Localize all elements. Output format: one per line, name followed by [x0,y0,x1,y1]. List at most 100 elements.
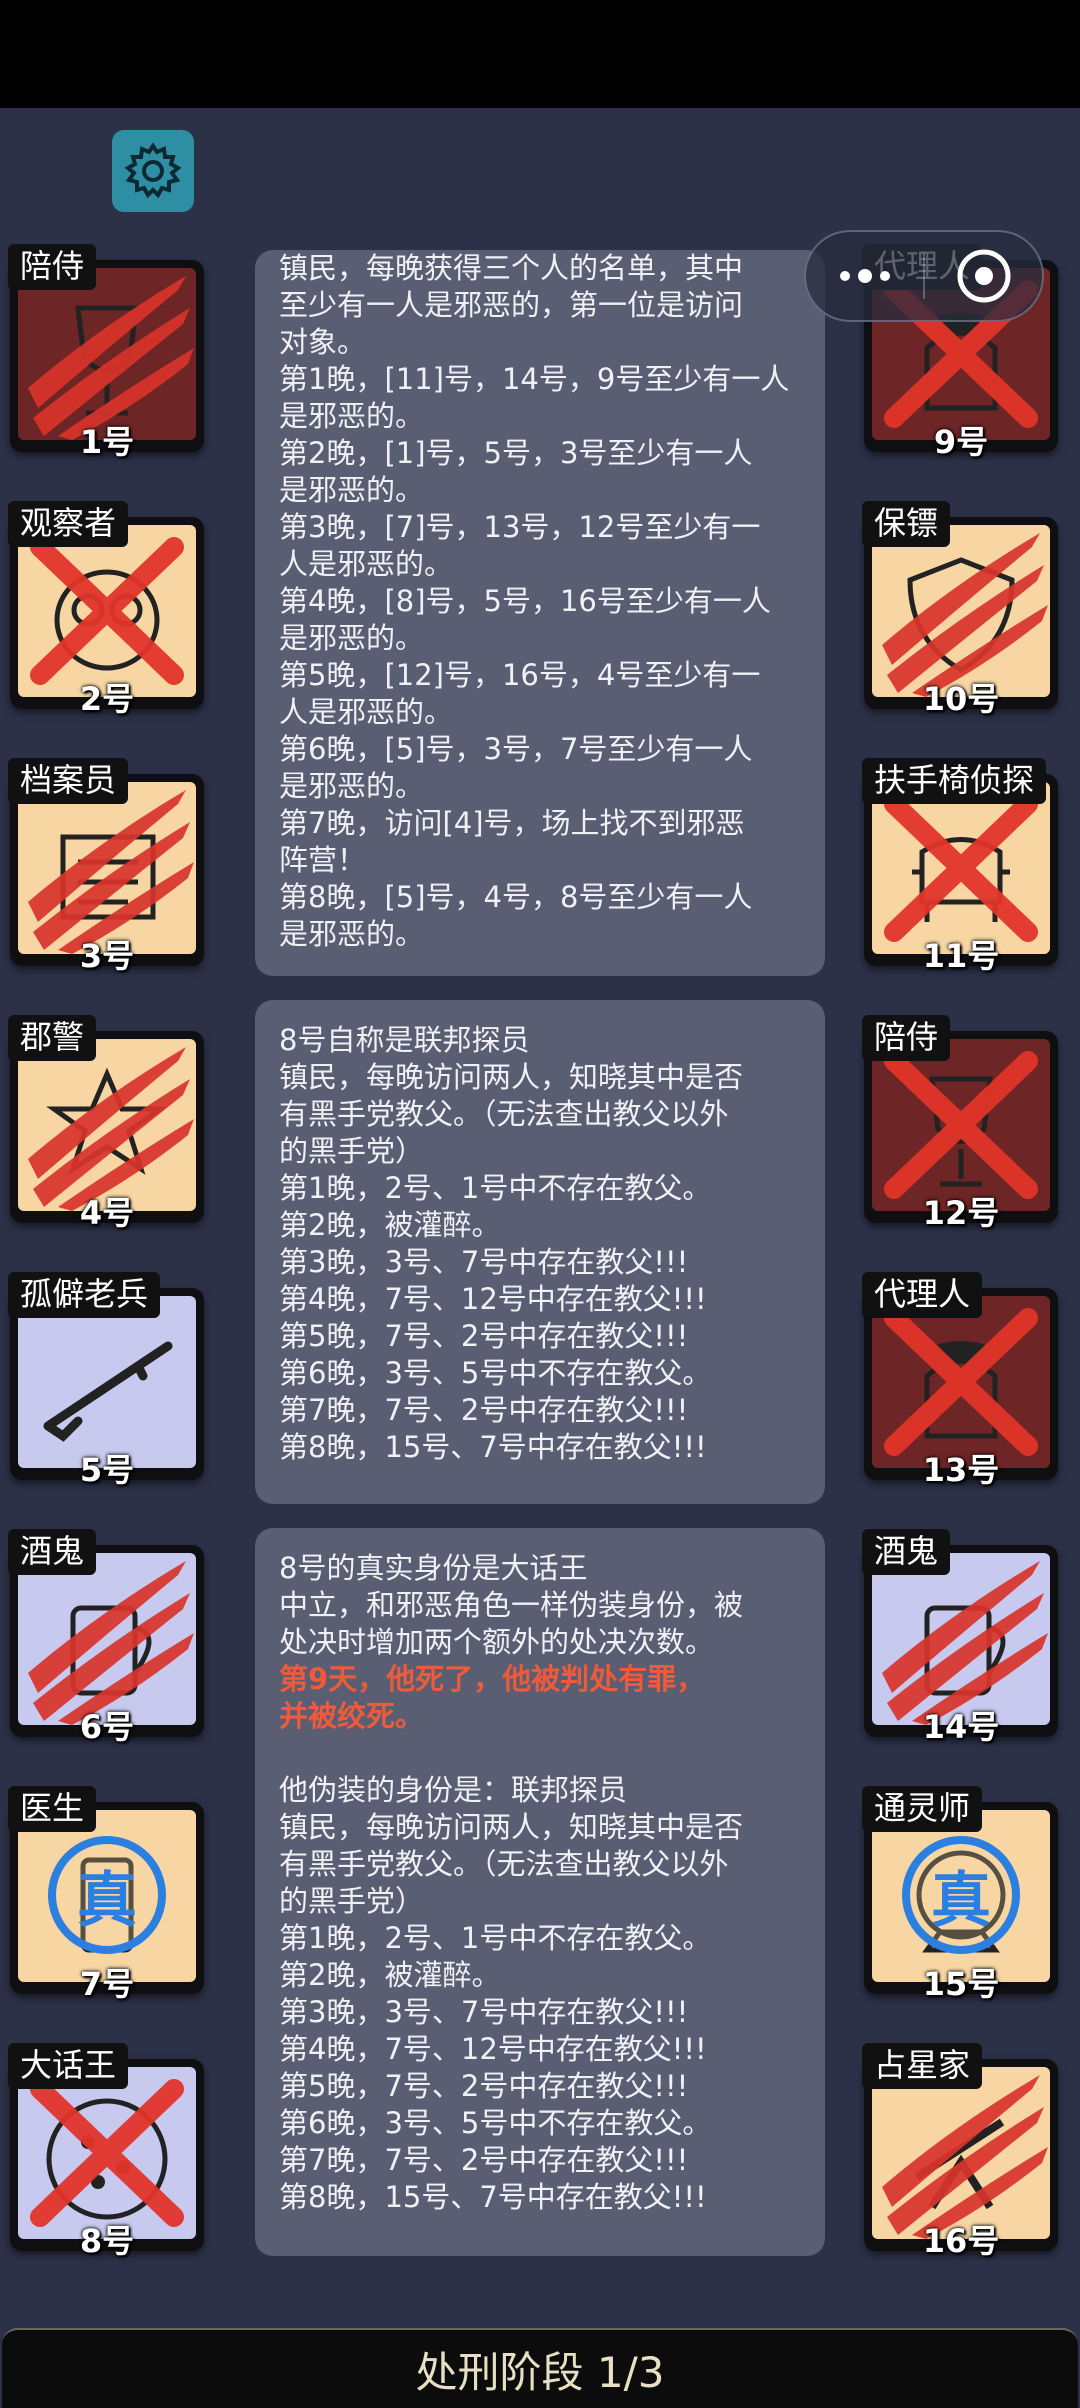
log-line: 是邪恶的。 [279,399,425,433]
player-card[interactable]: 档案员 3号 [4,758,210,975]
log-line: 第1晚，[11]号，14号，9号至少有一人 [279,362,790,396]
player-number: 2号 [79,680,135,718]
role-art [18,1296,196,1468]
log-line: 是邪恶的。 [279,769,425,803]
log-line: 第1晚，2号、1号中不存在教父。 [279,1171,712,1205]
wine-glass-icon [929,1076,993,1187]
gear-icon [124,142,182,199]
log-line: 是邪恶的。 [279,917,425,951]
player-number: 9号 [933,423,989,461]
true-stamp-icon: 真 [48,1836,166,1954]
role-label: 通灵师 [862,1786,983,1832]
log-line: 对象。 [279,325,367,359]
pizza-icon [46,2098,168,2220]
close-button[interactable] [925,232,1042,320]
player-number: 15号 [922,1965,1000,2003]
log-panel-3: 8号的真实身份是大话王 中立，和邪恶角色一样伪装身份，被 处决时增加两个额外的处决次… [255,1528,825,2256]
role-label: 保镖 [862,501,951,547]
player-card[interactable]: 陪侍 12号 [858,1015,1064,1232]
player-card[interactable]: 保镖 10号 [858,501,1064,718]
role-art [18,782,196,954]
phase-label: 处刑阶段 1/3 [415,2347,665,2397]
log-line: 是邪恶的。 [279,473,425,507]
player-number: 7号 [79,1965,135,2003]
log-line: 镇民，每晚获得三个人的名单，其中 [279,251,744,285]
log-line: 处决时增加两个额外的处决次数。 [279,1625,715,1659]
log-line: 第7晚，7号、2号中存在教父!!! [279,2143,689,2177]
player-number: 3号 [79,937,135,975]
role-label: 陪侍 [8,244,97,290]
role-art [872,2067,1050,2239]
archive-box-icon [60,834,156,920]
owl-icon [54,569,160,671]
player-card[interactable]: 陪侍 1号 [4,244,210,461]
log-line: 人是邪恶的。 [279,695,454,729]
player-card[interactable]: 代理人 13号 [858,1272,1064,1489]
log-line: 第3晚，3号、7号中存在教父!!! [279,1245,689,1279]
log-line: 第8晚，15号、7号中存在教父!!! [279,2180,707,2214]
role-label: 孤僻老兵 [8,1272,161,1318]
role-art [872,1296,1050,1468]
log-line: 有黑手党教父。（无法查出教父以外 [279,1097,729,1131]
role-label: 大话王 [8,2043,129,2089]
player-number: 16号 [922,2222,1000,2260]
log-line: 阵营！ [279,843,367,877]
player-number: 1号 [79,423,135,461]
player-card[interactable]: 孤僻老兵 5号 [4,1272,210,1489]
role-art [872,782,1050,954]
target-circle-icon [957,249,1010,303]
death-notice-line: 并被绞死。 [279,1699,425,1733]
player-card[interactable]: 观察者 2号 [4,501,210,718]
log-line: 第1晚，2号、1号中不存在教父。 [279,1921,712,1955]
role-art [18,525,196,697]
player-number: 11号 [922,937,1000,975]
player-card[interactable]: 真医生 7号 [4,1786,210,2003]
player-number: 12号 [922,1194,1000,1232]
role-art [18,1553,196,1725]
settings-button[interactable] [112,130,194,212]
wine-glass-icon [75,305,139,416]
phase-footer: 处刑阶段 1/3 [2,2328,1078,2408]
player-number: 14号 [922,1708,1000,1746]
role-label: 代理人 [862,1272,983,1318]
log-panel-2: 8号自称是联邦探员 镇民，每晚访问两人，知晓其中是否 有黑手党教父。（无法查出教父以… [255,1000,825,1504]
player-card[interactable]: 真通灵师 15号 [858,1786,1064,2003]
log-line: 镇民，每晚访问两人，知晓其中是否 [279,1810,744,1844]
player-number: 6号 [79,1708,135,1746]
log-line: 第5晚，7号、2号中存在教父!!! [279,1319,689,1353]
role-art [872,525,1050,697]
log-line: 第7晚，7号、2号中存在教父!!! [279,1393,689,1427]
log-line: 的黑手党） [279,1884,425,1918]
role-label: 酒鬼 [862,1529,951,1575]
role-label: 陪侍 [862,1015,951,1061]
sheriff-badge-icon [46,1067,168,1175]
log-line: 第6晚，3号、5号中不存在教父。 [279,1356,712,1390]
telescope-icon [914,2118,1005,2210]
log-line: 他伪装的身份是：联邦探员 [279,1773,628,1807]
role-label: 观察者 [8,501,129,547]
log-line: 第2晚，被灌醉。 [279,1958,501,1992]
log-line: 至少有一人是邪恶的，第一位是访问 [279,288,744,322]
log-line: 第2晚，[1]号，5号，3号至少有一人 [279,436,753,470]
player-card[interactable]: 大话王 8号 [4,2043,210,2260]
beer-mug-icon [70,1605,152,1696]
shield-icon [907,557,1015,673]
log-line: 8号的真实身份是大话王 [279,1551,588,1585]
player-card[interactable]: 扶手椅侦探 11号 [858,758,1064,975]
player-number: 4号 [79,1194,135,1232]
role-art [18,268,196,440]
player-card[interactable]: 酒鬼 6号 [4,1529,210,1746]
log-line: 第6晚，[5]号，3号，7号至少有一人 [279,732,753,766]
player-card[interactable]: 郡警 4号 [4,1015,210,1232]
log-line: 第5晚，[12]号，16号，4号至少有一 [279,658,761,692]
player-number: 13号 [922,1451,1000,1489]
log-line: 第2晚，被灌醉。 [279,1208,501,1242]
player-card[interactable]: 占星家 16号 [858,2043,1064,2260]
log-line: 第8晚，[5]号，4号，8号至少有一人 [279,880,753,914]
role-art [18,2067,196,2239]
player-card[interactable]: 酒鬼 14号 [858,1529,1064,1746]
log-line: 第6晚，3号、5号中不存在教父。 [279,2106,712,2140]
more-button[interactable] [806,232,923,320]
log-line: 第8晚，15号、7号中存在教父!!! [279,1430,707,1464]
role-art [872,1039,1050,1211]
